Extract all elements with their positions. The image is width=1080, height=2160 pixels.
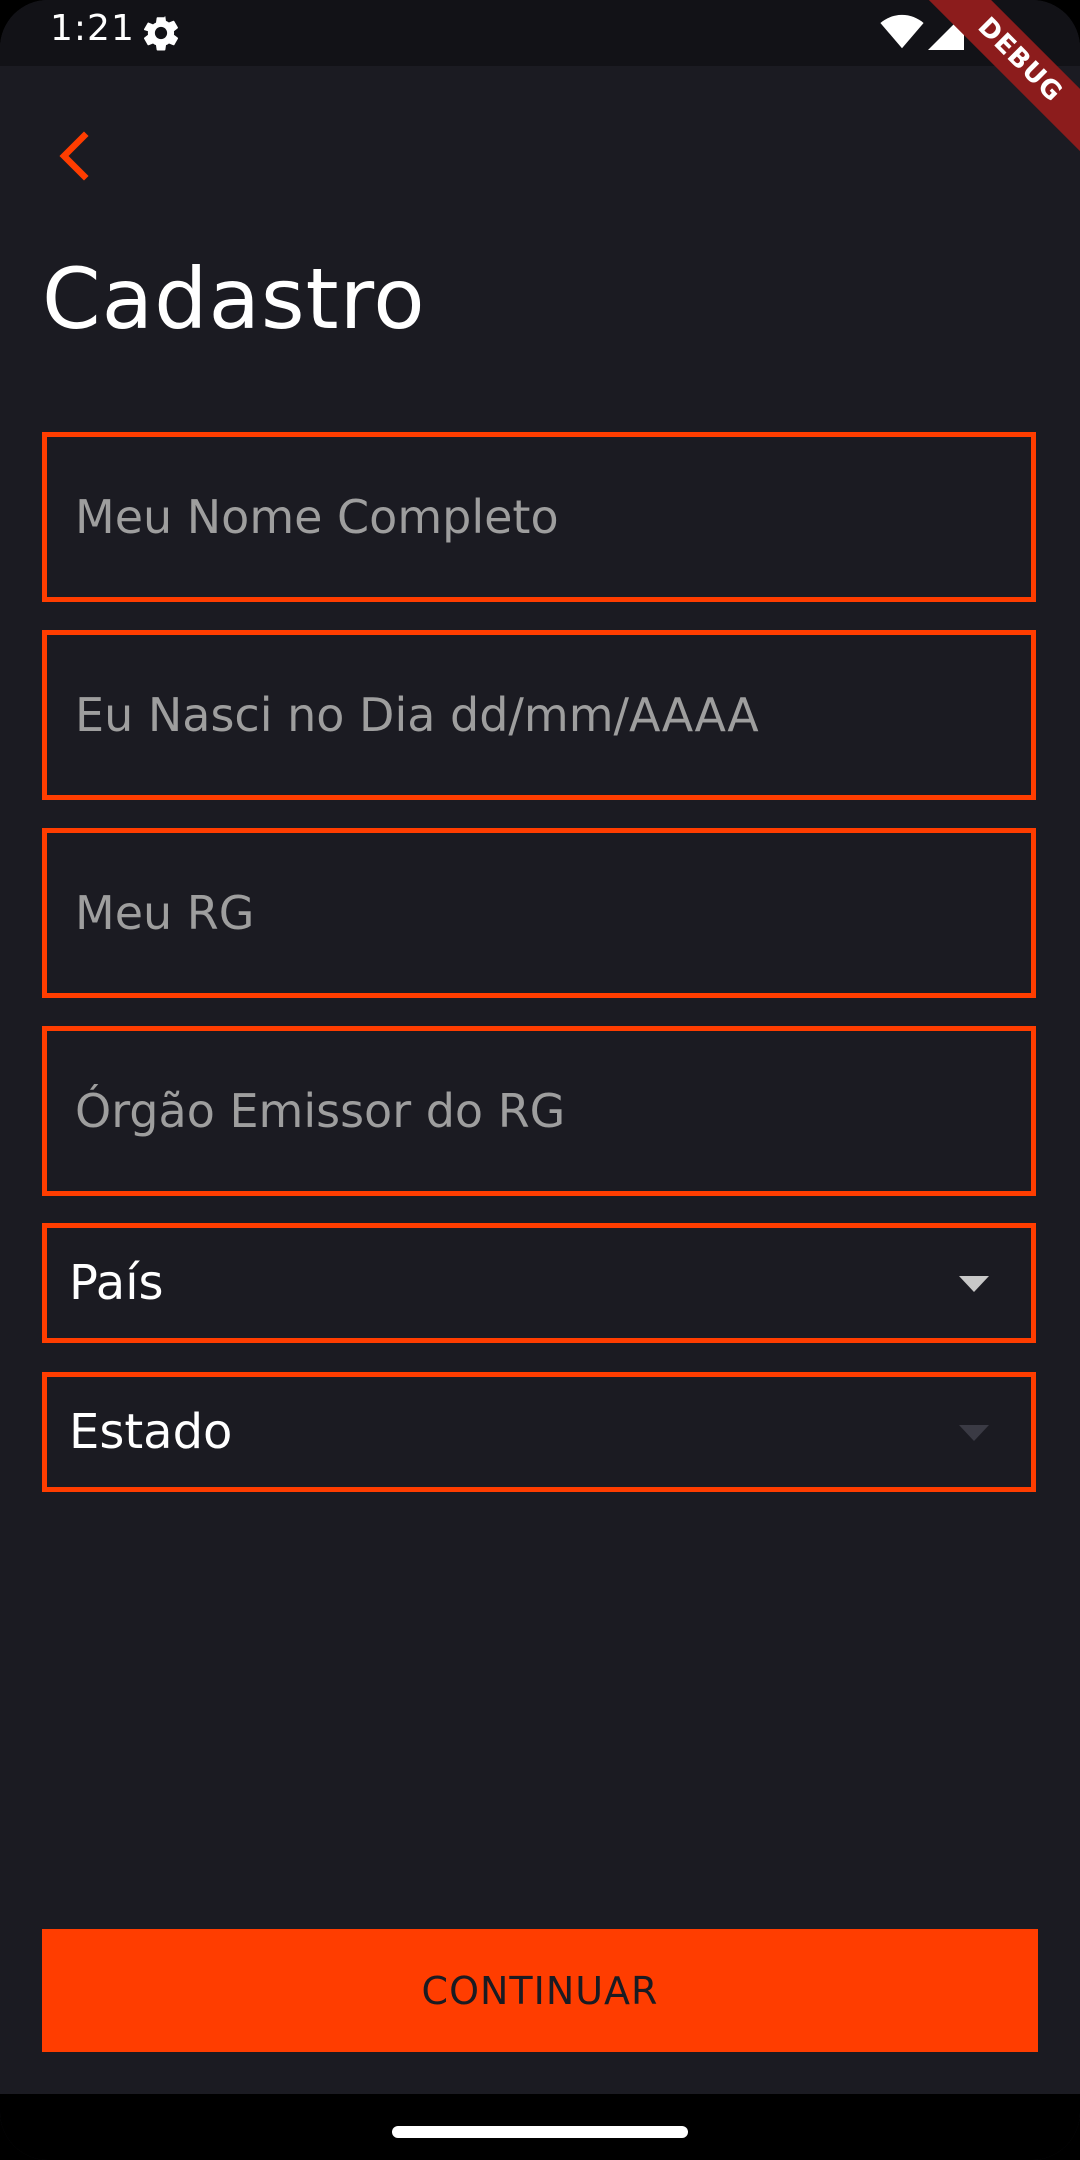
rg-issuer-input[interactable] bbox=[47, 1031, 1031, 1191]
page-title: Cadastro bbox=[42, 250, 426, 348]
dropdown-arrow-icon bbox=[959, 1276, 989, 1292]
chevron-left-icon bbox=[59, 131, 89, 181]
rg-field[interactable] bbox=[42, 828, 1036, 998]
full-name-field[interactable] bbox=[42, 432, 1036, 602]
debug-banner: DEBUG bbox=[910, 0, 1080, 170]
status-time: 1:21 bbox=[50, 8, 135, 49]
rg-issuer-field[interactable] bbox=[42, 1026, 1036, 1196]
birth-date-field[interactable] bbox=[42, 630, 1036, 800]
gear-icon bbox=[143, 16, 179, 51]
system-nav-bar bbox=[0, 2094, 1080, 2160]
home-indicator[interactable] bbox=[392, 2126, 688, 2138]
country-select[interactable]: País bbox=[42, 1223, 1036, 1343]
state-select[interactable]: Estado bbox=[42, 1372, 1036, 1492]
state-select-label: Estado bbox=[69, 1404, 233, 1460]
app-screen: 1:21 DEBUG Cadastro P bbox=[0, 0, 1080, 2160]
full-name-input[interactable] bbox=[47, 437, 1031, 597]
rg-input[interactable] bbox=[47, 833, 1031, 993]
birth-date-input[interactable] bbox=[47, 635, 1031, 795]
dropdown-arrow-icon bbox=[959, 1425, 989, 1441]
debug-label: DEBUG bbox=[912, 0, 1080, 168]
back-button[interactable] bbox=[50, 130, 98, 182]
country-select-label: País bbox=[69, 1255, 164, 1311]
continue-button[interactable]: CONTINUAR bbox=[42, 1929, 1038, 2052]
